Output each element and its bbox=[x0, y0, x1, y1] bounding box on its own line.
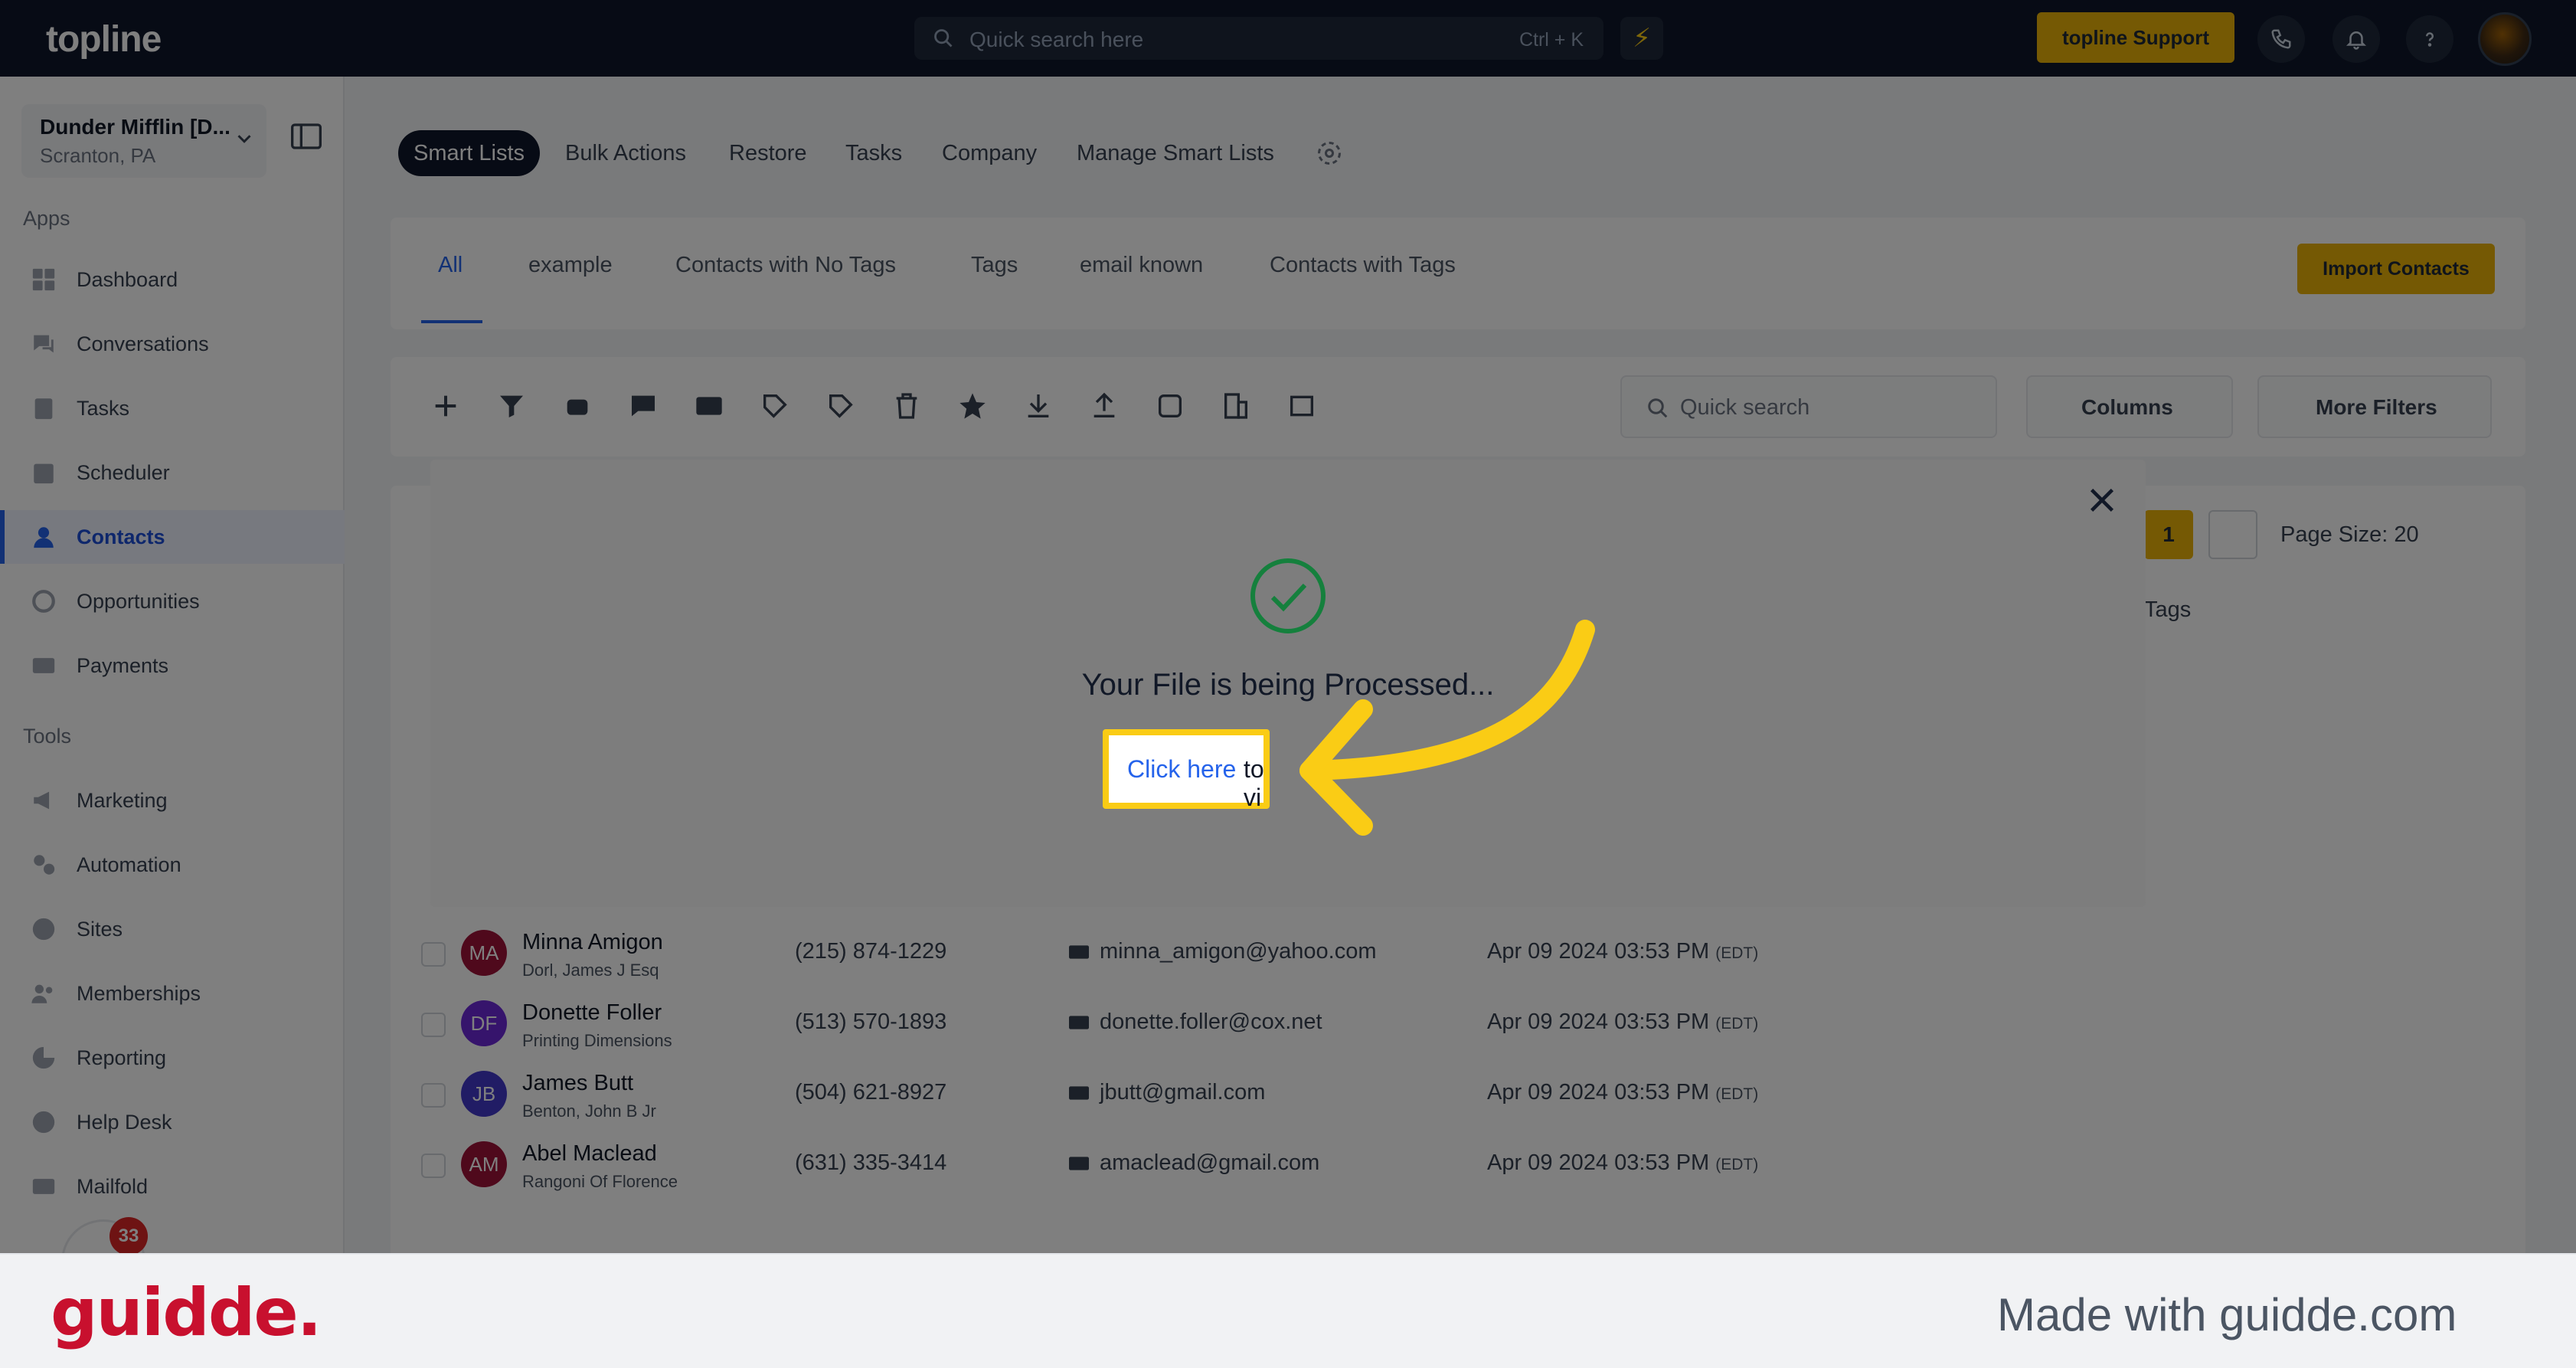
highlighted-link-box: Click here to vi bbox=[1103, 729, 1270, 811]
guidde-logo: guidde. bbox=[51, 1275, 322, 1351]
click-here-link[interactable]: Click here bbox=[1127, 755, 1236, 784]
app-window: topline Quick search here Ctrl + K ⚡ top… bbox=[0, 0, 2576, 1253]
close-icon[interactable] bbox=[2084, 483, 2120, 518]
pointer-arrow-icon bbox=[1299, 620, 1595, 836]
link-trailing-text: to vi bbox=[1244, 755, 1264, 811]
made-with-text: Made with guidde.com bbox=[1997, 1289, 2457, 1340]
guidde-footer: guidde. Made with guidde.com bbox=[0, 1253, 2576, 1368]
